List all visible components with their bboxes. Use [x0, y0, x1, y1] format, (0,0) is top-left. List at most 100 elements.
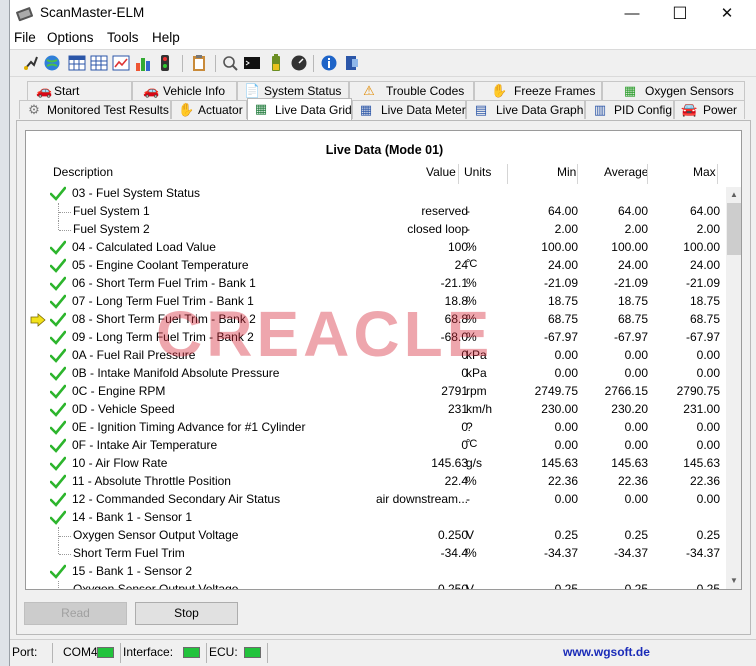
tab-pid-config[interactable]: ▥ PID Config: [585, 100, 674, 119]
table-row[interactable]: 0D - Vehicle Speed 231 km/h 230.00 230.20 231…: [26, 401, 726, 419]
check-icon[interactable]: [49, 383, 67, 401]
stop-button[interactable]: Stop: [135, 602, 238, 625]
table-row[interactable]: 15 - Bank 1 - Sensor 2: [26, 563, 726, 581]
terminal-icon[interactable]: [243, 54, 261, 72]
row-average: 24.00: [617, 258, 648, 272]
row-max: 22.36: [689, 474, 720, 488]
check-icon[interactable]: [49, 509, 67, 527]
menu-file[interactable]: File: [14, 30, 36, 45]
check-icon[interactable]: [49, 401, 67, 419]
table-row[interactable]: 11 - Absolute Throttle Position 22.4% 22.3…: [26, 473, 726, 491]
check-icon[interactable]: [49, 275, 67, 293]
grid-icon: ▦: [254, 101, 268, 116]
chart-icon[interactable]: [112, 54, 130, 72]
minimize-button[interactable]: —: [609, 0, 655, 28]
maximize-button[interactable]: ☐: [657, 0, 703, 28]
check-icon[interactable]: [49, 419, 67, 437]
menu-tools[interactable]: Tools: [107, 30, 139, 45]
check-icon[interactable]: [49, 311, 67, 329]
tab-live-data-grid[interactable]: ▦ Live Data Grid: [247, 98, 352, 120]
row-value: air downstream...: [375, 492, 468, 506]
table-row[interactable]: 04 - Calculated Load Value 100% 100.00 100.…: [26, 239, 726, 257]
exit-icon[interactable]: [343, 54, 361, 72]
menu-help[interactable]: Help: [152, 30, 180, 45]
header-min[interactable]: Min: [557, 165, 576, 185]
check-icon[interactable]: [49, 347, 67, 365]
table-row[interactable]: Fuel System 2 closed loop - 2.00 2.00 2.00: [26, 221, 726, 239]
check-icon[interactable]: [49, 239, 67, 257]
table-row[interactable]: Oxygen Sensor Output Voltage 0.250 V 0.25 0.…: [26, 527, 726, 545]
degree-unit-icon: °C: [466, 438, 477, 450]
check-icon[interactable]: [49, 257, 67, 275]
tab-trouble-codes[interactable]: ⚠ Trouble Codes: [349, 81, 474, 100]
tab-vehicle-info[interactable]: 🚗 Vehicle Info: [132, 81, 237, 100]
table-row[interactable]: 0C - Engine RPM 2791 rpm 2749.75 2766.15 2790…: [26, 383, 726, 401]
title-bar[interactable]: ScanMaster-ELM — ☐ ✕: [10, 0, 756, 28]
check-icon[interactable]: [49, 491, 67, 509]
column-divider: [458, 164, 459, 184]
scroll-thumb[interactable]: [727, 203, 741, 255]
header-units[interactable]: Units: [464, 165, 491, 185]
table-row[interactable]: 06 - Short Term Fuel Trim - Bank 1 -21.1%…: [26, 275, 726, 293]
check-icon[interactable]: [49, 455, 67, 473]
bar-chart-icon[interactable]: [134, 54, 152, 72]
car-icon: 🚗: [143, 83, 160, 98]
table-row[interactable]: 0F - Intake Air Temperature 0 °C 0.00 0.00 0.…: [26, 437, 726, 455]
row-average: 22.36: [617, 474, 648, 488]
header-description[interactable]: Description: [53, 165, 113, 185]
table-row[interactable]: 10 - Air Flow Rate 145.63 g/s 145.63 145.63 1…: [26, 455, 726, 473]
tab-start[interactable]: 🚗 Start: [27, 81, 132, 100]
tab-label: Monitored Test Results: [47, 103, 169, 117]
header-average[interactable]: Average: [604, 165, 648, 185]
tab-actuator[interactable]: ✋ Actuator: [171, 100, 247, 119]
traffic-light-icon[interactable]: [156, 54, 174, 72]
close-button[interactable]: ✕: [704, 0, 750, 28]
clipboard-icon[interactable]: [190, 54, 208, 72]
check-icon[interactable]: [49, 365, 67, 383]
tab-freeze-frames[interactable]: ✋ Freeze Frames: [474, 81, 602, 100]
website-link[interactable]: www.wgsoft.de: [563, 645, 650, 659]
row-description: 14 - Bank 1 - Sensor 1: [72, 510, 193, 524]
table-icon[interactable]: [68, 54, 86, 72]
row-average: 2.00: [624, 222, 648, 236]
table-row[interactable]: Short Term Fuel Trim -34.4% -34.37 -34.37 -3…: [26, 545, 726, 563]
table-row[interactable]: 05 - Engine Coolant Temperature 24 °C 24.00…: [26, 257, 726, 275]
monitor-icon[interactable]: [221, 54, 239, 72]
grid-icon[interactable]: [90, 54, 108, 72]
table-row[interactable]: 12 - Commanded Secondary Air Status air d…: [26, 491, 726, 509]
scroll-down-icon[interactable]: ▼: [726, 573, 741, 589]
tab-oxygen-sensors[interactable]: ▦ Oxygen Sensors: [602, 81, 745, 100]
header-value[interactable]: Value: [426, 165, 456, 185]
table-row[interactable]: Fuel System 1 reserved - 64.00 64.00 64.00: [26, 203, 726, 221]
menu-options[interactable]: Options: [47, 30, 94, 45]
check-icon[interactable]: [49, 329, 67, 347]
port-value: COM4: [63, 645, 98, 659]
table-row[interactable]: Oxygen Sensor Output Voltage 0.250 V 0.25 0.…: [26, 581, 726, 590]
status-separator: [120, 643, 121, 663]
battery-icon[interactable]: [267, 54, 285, 72]
info-icon[interactable]: [320, 54, 338, 72]
check-icon[interactable]: [49, 473, 67, 491]
tab-monitored-test-results[interactable]: ⚙ Monitored Test Results: [19, 100, 171, 119]
check-icon[interactable]: [49, 563, 67, 581]
scroll-up-icon[interactable]: ▲: [726, 187, 741, 203]
meter-icon: ▦: [359, 102, 373, 117]
row-unit: -: [466, 492, 470, 506]
gauge-icon[interactable]: [290, 54, 308, 72]
tree-connector: [58, 203, 59, 221]
check-icon[interactable]: [49, 293, 67, 311]
tab-live-data-graph[interactable]: ▤ Live Data Graph: [466, 100, 585, 119]
header-max[interactable]: Max: [693, 165, 716, 185]
connect-icon[interactable]: [22, 54, 40, 72]
read-button[interactable]: Read: [24, 602, 127, 625]
table-row[interactable]: 14 - Bank 1 - Sensor 1: [26, 509, 726, 527]
vertical-scrollbar[interactable]: ▲ ▼: [726, 187, 741, 589]
check-icon[interactable]: [49, 437, 67, 455]
table-row[interactable]: 0E - Ignition Timing Advance for #1 Cyli…: [26, 419, 726, 437]
row-min: 0.25: [554, 582, 578, 590]
globe-icon[interactable]: [43, 54, 61, 72]
tab-power[interactable]: 🚘 Power: [674, 100, 745, 119]
check-icon[interactable]: [49, 185, 67, 203]
tab-live-data-meter[interactable]: ▦ Live Data Meter: [352, 100, 466, 119]
table-row[interactable]: 03 - Fuel System Status: [26, 185, 726, 203]
